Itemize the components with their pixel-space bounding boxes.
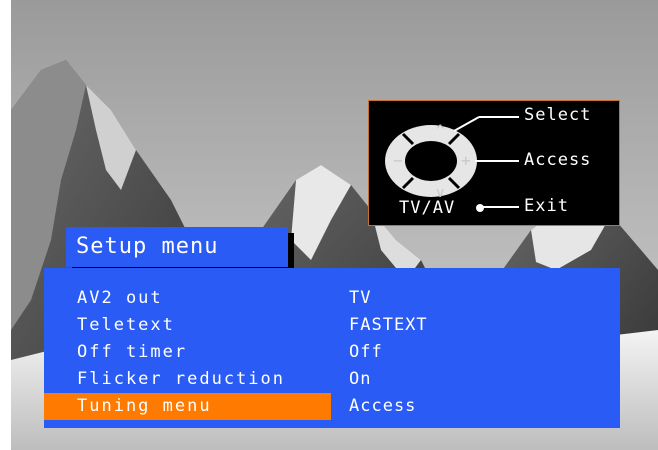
menu-item-label: Flicker reduction [77, 369, 285, 389]
menu-item-value: Access [349, 396, 417, 416]
menu-item-label: Teletext [77, 315, 175, 335]
select-key-label: Select [524, 105, 592, 125]
menu-item-tuning-menu[interactable]: Tuning menu Access [44, 393, 620, 420]
menu-item-value: Off [349, 342, 383, 362]
menu-item-flicker-reduction[interactable]: Flicker reduction On [44, 366, 620, 393]
menu-item-label: Tuning menu [77, 396, 212, 416]
tv-av-key-label: TV/AV [399, 198, 456, 218]
up-arrow-icon: ^ [436, 123, 446, 139]
menu-item-value: FASTEXT [349, 315, 428, 335]
setup-menu-panel: AV2 out TV Teletext FASTEXT Off timer Of… [44, 268, 620, 428]
tv-av-button-icon [476, 204, 484, 212]
tv-screen: ^ v − + Select Access Exit TV/AV Setup m… [11, 0, 658, 450]
exit-key-label: Exit [524, 196, 569, 216]
access-key-label: Access [524, 150, 592, 170]
menu-title-box: Setup menu [66, 227, 294, 273]
remote-key-guide: ^ v − + Select Access Exit TV/AV [368, 100, 620, 226]
menu-title: Setup menu [66, 227, 288, 267]
minus-icon: − [393, 151, 404, 170]
menu-item-teletext[interactable]: Teletext FASTEXT [44, 312, 620, 339]
menu-item-value: TV [349, 288, 372, 308]
menu-item-label: Off timer [77, 342, 188, 362]
plus-icon: + [461, 151, 472, 170]
menu-item-off-timer[interactable]: Off timer Off [44, 339, 620, 366]
menu-item-av2-out[interactable]: AV2 out TV [44, 285, 620, 312]
menu-item-label: AV2 out [77, 288, 163, 308]
menu-item-value: On [349, 369, 372, 389]
